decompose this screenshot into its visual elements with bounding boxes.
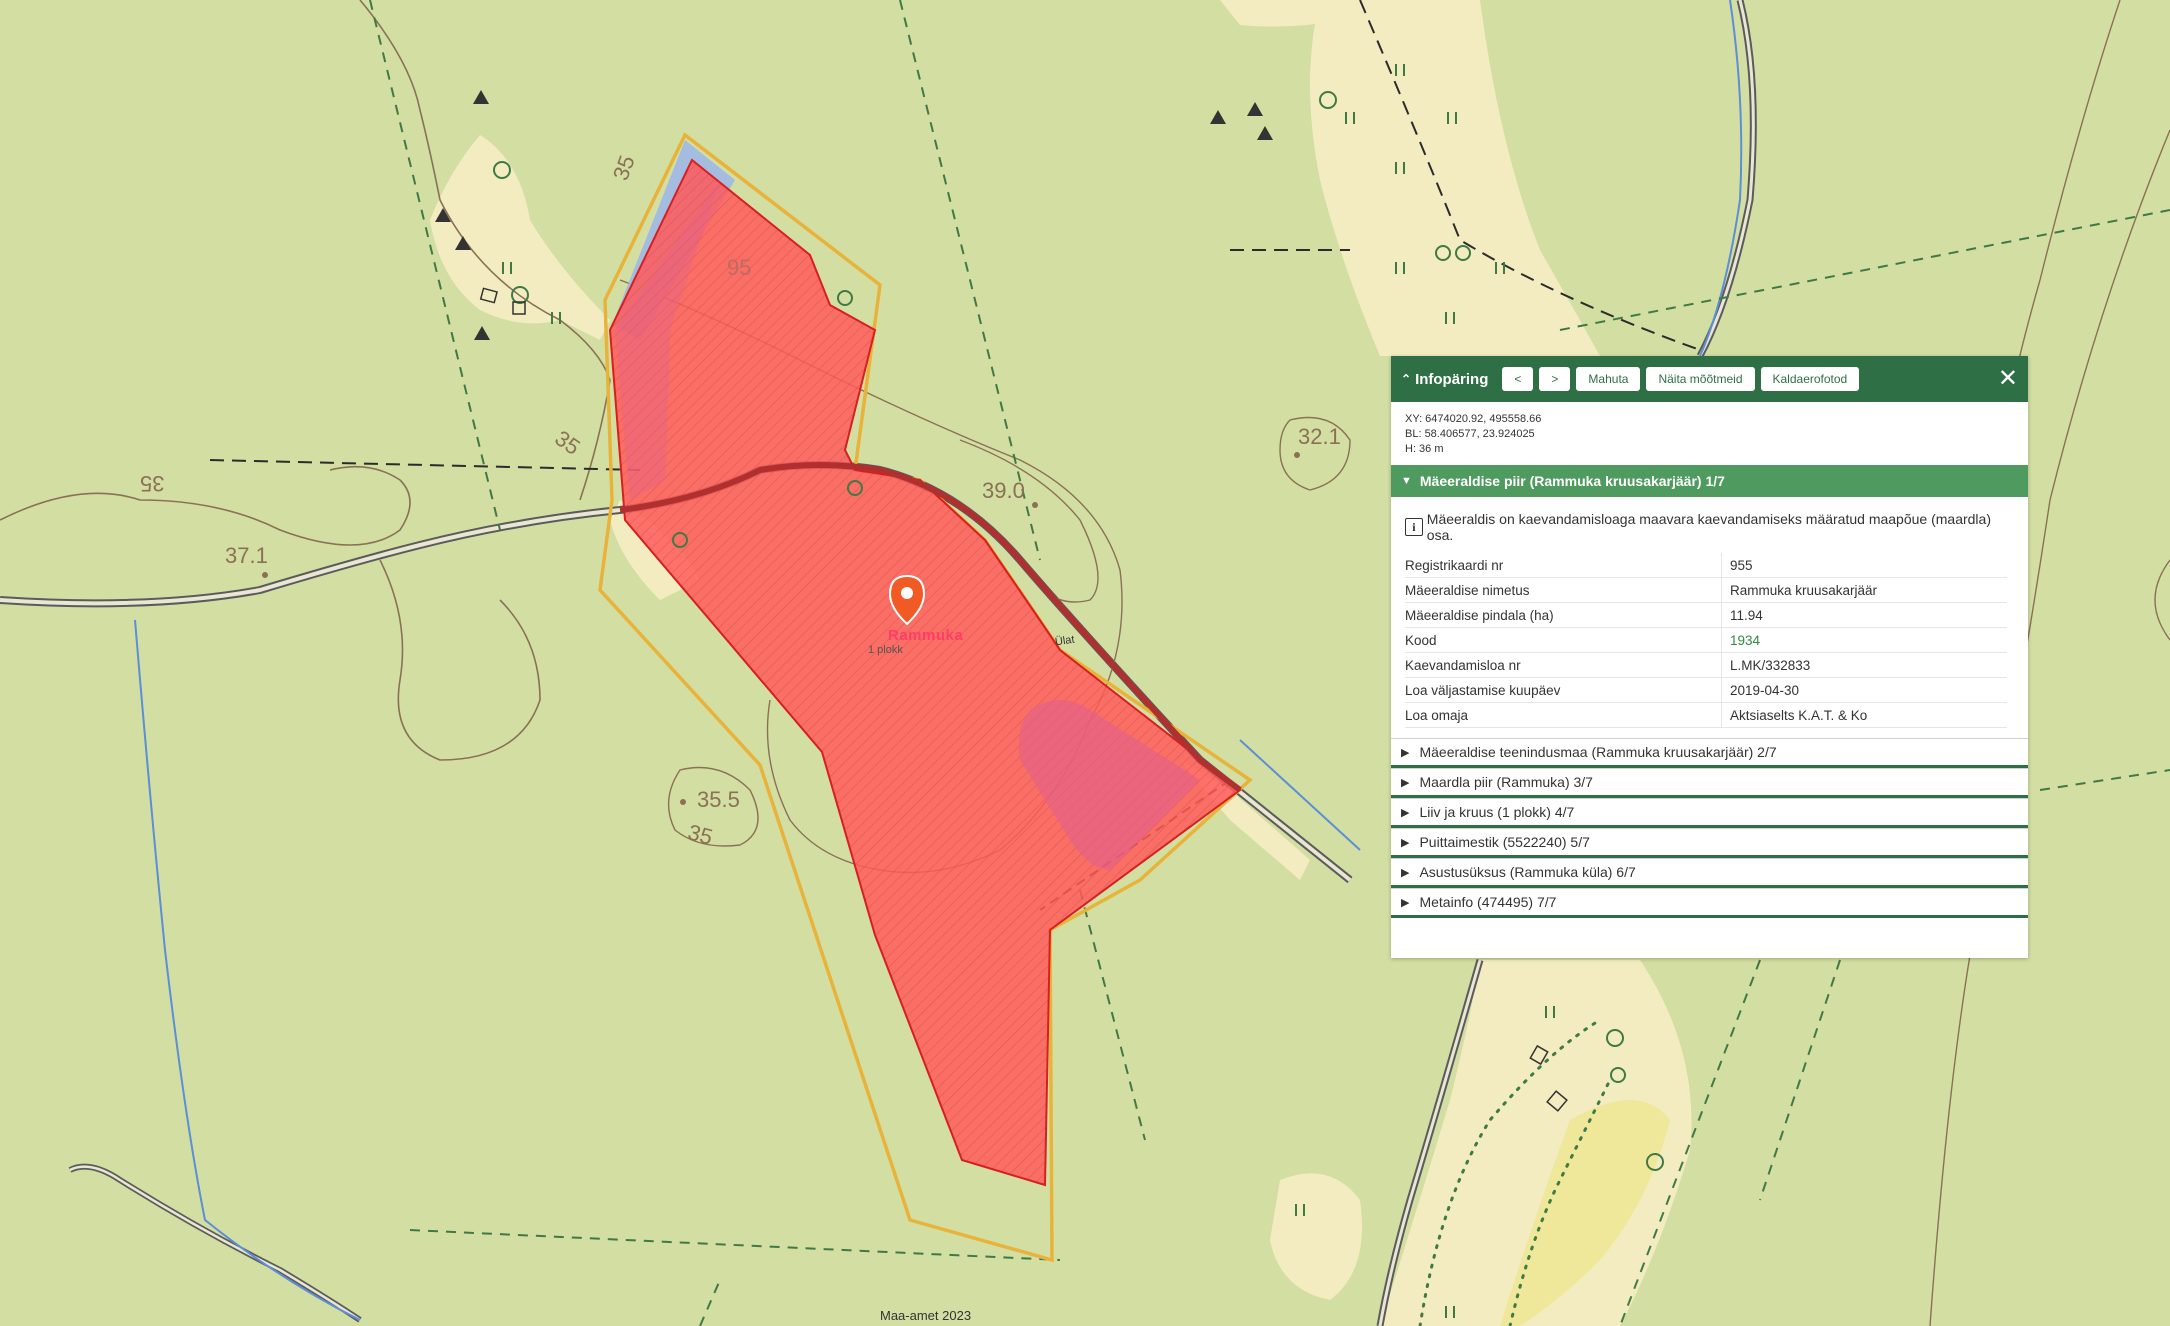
attr-value: Aktsiaselts K.A.T. & Ko	[1721, 702, 2007, 728]
attr-key: Kaevandamisloa nr	[1405, 652, 1722, 678]
section-header-collapsed[interactable]: ▶ Asustusüksus (Rammuka küla) 6/7	[1391, 858, 2028, 888]
close-icon[interactable]: ✕	[1998, 367, 2018, 391]
next-button[interactable]: >	[1539, 367, 1571, 391]
show-measurements-button[interactable]: Näita mõõtmeid	[1646, 367, 1755, 391]
section-header-collapsed[interactable]: ▶ Metainfo (474495) 7/7	[1391, 888, 2028, 918]
attr-value: 955	[1721, 553, 2007, 578]
spot-height-label: 37.1	[225, 543, 268, 568]
attribute-table: Registrikaardi nr 955 Mäeeraldise nimetu…	[1405, 553, 2007, 728]
section-header-collapsed[interactable]: ▶ Puittaimestik (5522240) 5/7	[1391, 828, 2028, 858]
oblique-photos-button[interactable]: Kaldaerofotod	[1760, 367, 1860, 391]
table-row: Mäeeraldise pindala (ha) 11.94	[1405, 602, 2007, 628]
section-title: Mäeeraldise teenindusmaa (Rammuka kruusa…	[1419, 744, 1777, 760]
table-row: Loa väljastamise kuupäev 2019-04-30	[1405, 677, 2007, 703]
attr-value-link: 1934	[1721, 627, 2007, 653]
coordinates-height: H: 36 m	[1405, 443, 1444, 455]
map-copyright: Maa-amet 2023	[880, 1308, 972, 1323]
section-header-collapsed[interactable]: ▶ Liiv ja kruus (1 plokk) 4/7	[1391, 798, 2028, 828]
contour-label: 35	[140, 471, 165, 496]
table-row: Mäeeraldise nimetus Rammuka kruusakarjää…	[1405, 577, 2007, 603]
section-header-collapsed[interactable]: ▶ Maardla piir (Rammuka) 3/7	[1391, 768, 2028, 798]
table-row: Registrikaardi nr 955	[1405, 553, 2007, 578]
section-title: Asustusüksus (Rammuka küla) 6/7	[1419, 864, 1636, 880]
section-header-collapsed[interactable]: ▶ Mäeeraldise teenindusmaa (Rammuka kruu…	[1391, 738, 2028, 768]
triangle-right-icon: ▶	[1401, 836, 1410, 849]
attr-key: Mäeeraldise pindala (ha)	[1405, 602, 1722, 628]
table-row: Kaevandamisloa nr L.MK/332833	[1405, 652, 2007, 678]
attr-key: Loa omaja	[1405, 702, 1722, 728]
triangle-right-icon: ▶	[1401, 746, 1410, 759]
attr-key: Registrikaardi nr	[1405, 553, 1722, 578]
spot-height-dot	[680, 799, 686, 805]
triangle-right-icon: ▶	[1401, 806, 1410, 819]
section-description-text: Mäeeraldis on kaevandamisloaga maavara k…	[1426, 511, 1991, 543]
info-panel-title-text: Infopäring	[1415, 370, 1489, 388]
spot-height-label: 35.5	[697, 787, 740, 812]
attr-key: Kood	[1405, 627, 1722, 653]
attr-value: L.MK/332833	[1721, 652, 2007, 678]
collapse-chevron-icon[interactable]: ⌃	[1401, 372, 1411, 386]
marker-label: Rammuka	[888, 627, 964, 644]
spot-height-dot	[262, 572, 268, 578]
table-row: Loa omaja Aktsiaselts K.A.T. & Ko	[1405, 702, 2007, 728]
triangle-down-icon: ▼	[1401, 475, 1412, 487]
info-panel-title[interactable]: ⌃ Infopäring	[1401, 371, 1488, 388]
spot-height-dot	[1032, 502, 1038, 508]
attr-value: 2019-04-30	[1721, 677, 2007, 703]
section-title: Maardla piir (Rammuka) 3/7	[1419, 774, 1593, 790]
section-title: Metainfo (474495) 7/7	[1419, 894, 1557, 910]
info-panel-header: ⌃ Infopäring < > Mahuta Näita mõõtmeid K…	[1391, 356, 2028, 402]
section-description: i Mäeeraldis on kaevandamisloaga maavara…	[1391, 497, 2028, 553]
prev-button[interactable]: <	[1502, 367, 1534, 391]
code-link[interactable]: 1934	[1730, 633, 1760, 648]
attr-key: Mäeeraldise nimetus	[1405, 577, 1722, 603]
info-icon: i	[1405, 518, 1423, 536]
attr-value: 11.94	[1721, 602, 2007, 628]
triangle-right-icon: ▶	[1401, 896, 1410, 909]
triangle-right-icon: ▶	[1401, 866, 1410, 879]
section-header-open[interactable]: ▼ Mäeeraldise piir (Rammuka kruusakarjää…	[1391, 465, 2028, 497]
info-panel: ⌃ Infopäring < > Mahuta Näita mõõtmeid K…	[1391, 356, 2028, 958]
section-title: Puittaimestik (5522240) 5/7	[1419, 834, 1590, 850]
section-title: Mäeeraldise piir (Rammuka kruusakarjäär)…	[1419, 473, 1725, 489]
attr-key: Loa väljastamise kuupäev	[1405, 677, 1722, 703]
spot-height-label: 39.0	[982, 478, 1025, 503]
spot-height-label: 32.1	[1298, 424, 1341, 449]
spot-height-dot	[1294, 452, 1300, 458]
attr-value: Rammuka kruusakarjäär	[1721, 577, 2007, 603]
fit-button[interactable]: Mahuta	[1576, 367, 1641, 391]
coordinates-block: XY: 6474020.92, 495558.66 BL: 58.406577,…	[1391, 402, 2028, 461]
pit-label: 95	[727, 255, 752, 280]
marker-sublabel: 1 plokk	[868, 644, 903, 656]
coordinates-xy: XY: 6474020.92, 495558.66	[1405, 413, 1542, 425]
coordinates-bl: BL: 58.406577, 23.924025	[1405, 428, 1535, 440]
triangle-right-icon: ▶	[1401, 776, 1410, 789]
table-row: Kood 1934	[1405, 627, 2007, 653]
section-title: Liiv ja kruus (1 plokk) 4/7	[1419, 804, 1575, 820]
